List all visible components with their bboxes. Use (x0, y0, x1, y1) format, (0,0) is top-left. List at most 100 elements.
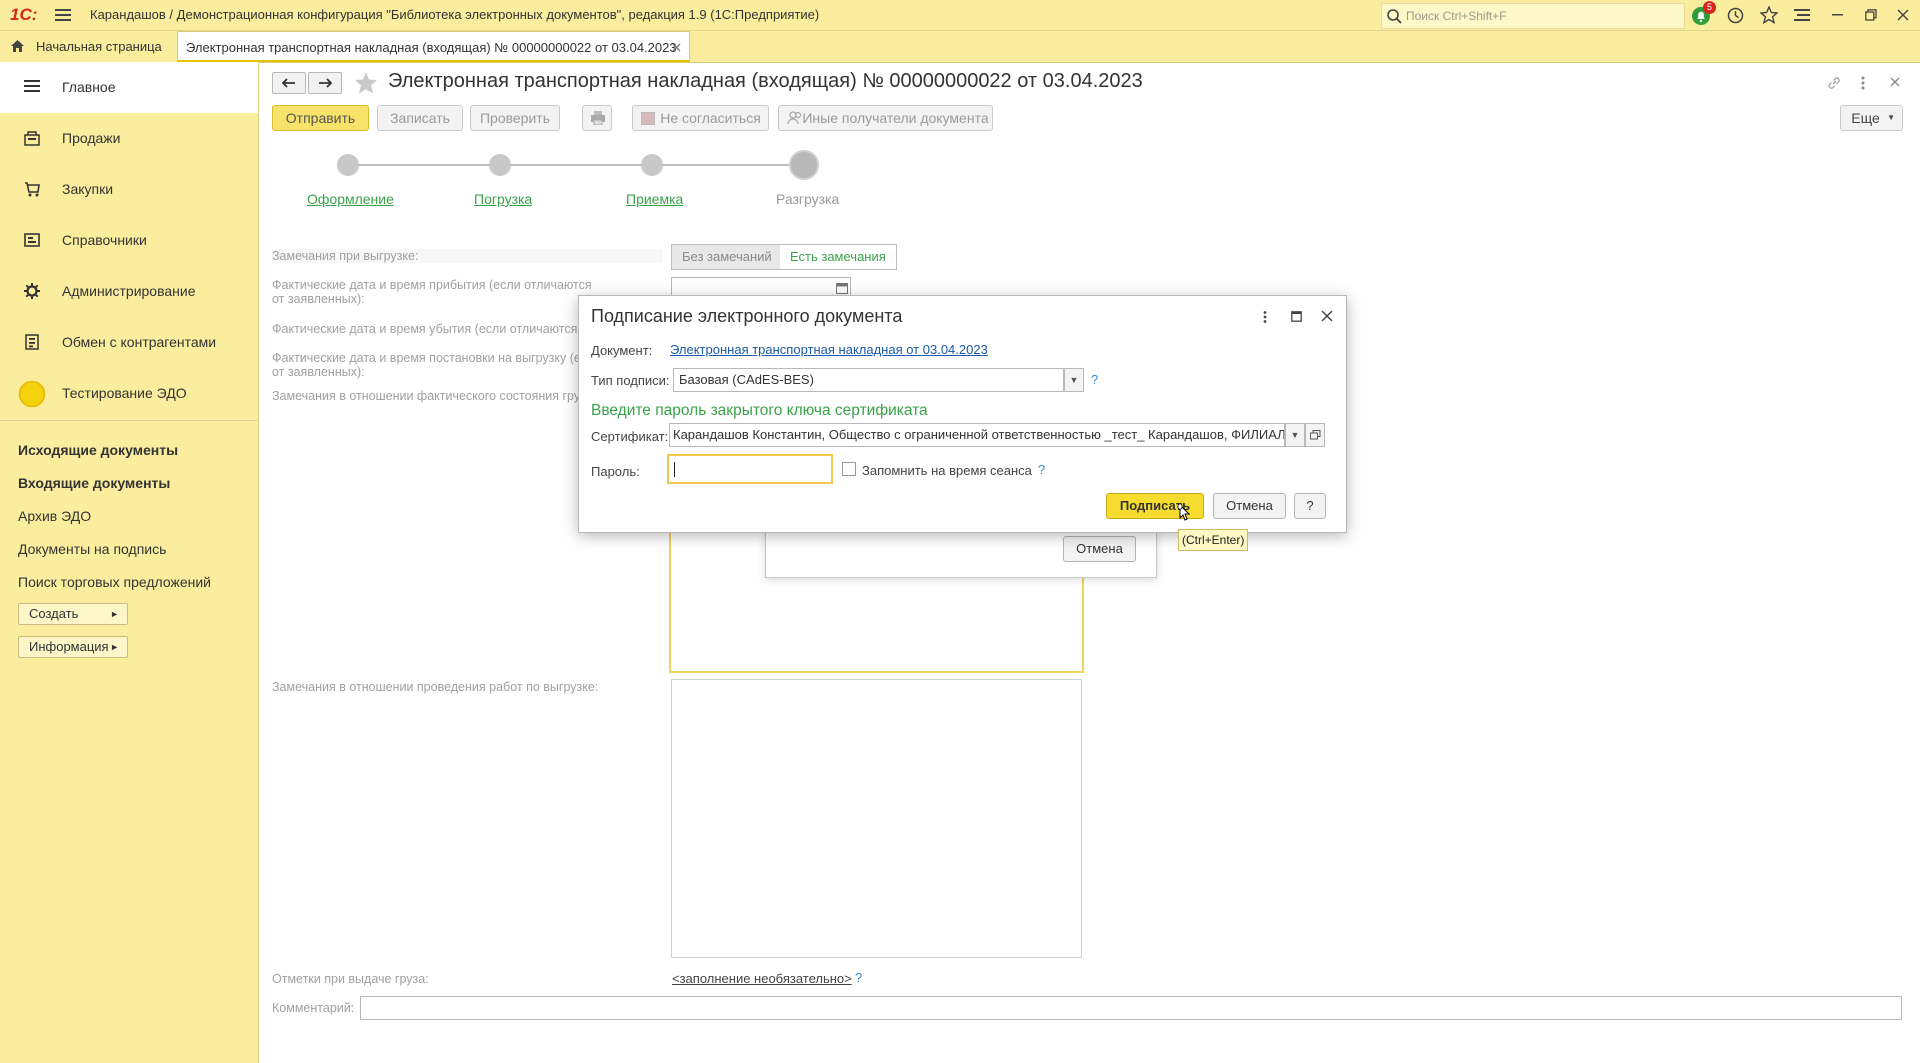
info-button-label: Информация (29, 639, 109, 654)
remember-help[interactable]: ? (1038, 462, 1045, 477)
step-dot (337, 154, 359, 176)
sidebar-section-sales[interactable]: Продажи (0, 113, 258, 164)
more-button[interactable]: Еще ▼ (1840, 105, 1903, 131)
sidebar-section-label: Тестирование ЭДО (62, 385, 187, 401)
maximize-icon[interactable] (1291, 311, 1302, 322)
chevron-down-icon: ▼ (1887, 113, 1895, 122)
back-button[interactable] (272, 72, 306, 94)
form-title: Электронная транспортная накладная (вход… (388, 70, 1143, 92)
check-button[interactable]: Проверить (470, 105, 560, 131)
step-loading[interactable]: Погрузка (474, 191, 532, 207)
tab-document-label: Электронная транспортная накладная (вход… (186, 40, 677, 55)
close-form-icon[interactable] (1890, 77, 1900, 87)
sig-type-help[interactable]: ? (1091, 372, 1098, 387)
sig-type-select[interactable]: Базовая (CAdES-BES) (673, 368, 1064, 392)
create-button-label: Создать (29, 606, 79, 621)
nav-documents-to-sign[interactable]: Документы на подпись (18, 541, 166, 557)
sidebar-section-label: Справочники (62, 232, 147, 248)
minimize-icon[interactable] (1832, 13, 1844, 17)
chevron-right-icon: ► (110, 642, 119, 652)
restore-icon[interactable] (1865, 9, 1877, 21)
nav-outgoing-documents[interactable]: Исходящие документы (18, 442, 178, 458)
main-menu-icon[interactable] (55, 8, 71, 22)
more-actions-icon[interactable] (1860, 75, 1866, 91)
notification-badge: 5 (1703, 1, 1716, 14)
create-button[interactable]: Создать ► (18, 603, 128, 625)
catalogs-icon (24, 232, 40, 248)
no-remarks-toggle[interactable]: Без замечаний (671, 244, 783, 270)
arrival-datetime-label: Фактические дата и время прибытия (если … (272, 278, 592, 306)
menu-icon (24, 79, 40, 93)
has-remarks-toggle[interactable]: Есть замечания (780, 244, 897, 270)
settings-menu-icon[interactable] (1794, 8, 1810, 22)
forward-button[interactable] (308, 72, 342, 94)
step-acceptance[interactable]: Приемка (626, 191, 683, 207)
tab-document[interactable]: Электронная транспортная накладная (вход… (177, 31, 690, 62)
tab-home[interactable]: Начальная страница (10, 31, 170, 62)
title-bar: 1С: Карандашов / Демонстрационная конфиг… (0, 0, 1920, 31)
save-button[interactable]: Записать (377, 105, 463, 131)
sidebar-section-exchange[interactable]: Обмен с контрагентами (0, 317, 258, 368)
unload-remarks-label: Замечания при выгрузке: (272, 249, 662, 263)
favorite-star-icon[interactable] (354, 71, 378, 95)
step-formalization[interactable]: Оформление (307, 191, 394, 207)
sales-icon (24, 130, 40, 146)
info-button[interactable]: Информация ► (18, 636, 128, 658)
close-window-icon[interactable] (1897, 9, 1909, 21)
home-icon (10, 39, 25, 53)
help-button[interactable]: ? (1294, 493, 1326, 519)
sidebar-section-main[interactable]: Главное (0, 62, 258, 113)
step-unloading: Разгрузка (776, 191, 840, 207)
search-icon (1386, 8, 1402, 24)
exchange-icon (24, 334, 40, 350)
search-field[interactable]: Поиск Ctrl+Shift+F (1381, 3, 1685, 29)
certificate-select[interactable]: Карандашов Константин, Общество с ограни… (669, 423, 1285, 447)
certificate-dropdown[interactable]: ▼ (1285, 423, 1305, 447)
sidebar-section-label: Закупки (62, 181, 114, 197)
sidebar-section-label: Продажи (62, 130, 121, 146)
document-label: Документ: (591, 343, 653, 358)
sidebar-section-catalogs[interactable]: Справочники (0, 215, 258, 266)
send-button[interactable]: Отправить (272, 105, 369, 131)
1c-logo[interactable]: 1С: (10, 0, 37, 30)
cargo-state-remarks-label: Замечания в отношении фактического состо… (272, 389, 586, 403)
sidebar-section-purchases[interactable]: Закупки (0, 164, 258, 215)
tab-home-label: Начальная страница (36, 39, 162, 54)
password-input[interactable] (667, 454, 833, 484)
history-icon[interactable] (1727, 7, 1744, 24)
print-button[interactable] (582, 105, 612, 131)
tabs-bar: Начальная страница Электронная транспорт… (0, 31, 1920, 63)
sidebar-section-edo-test[interactable]: Тестирование ЭДО (0, 368, 258, 419)
issue-marks-label: Отметки при выдаче груза: (272, 972, 429, 986)
work-remarks-field[interactable] (671, 679, 1082, 958)
issue-marks-help[interactable]: ? (855, 970, 862, 985)
cancel-button[interactable]: Отмена (1213, 493, 1286, 519)
comment-field[interactable] (360, 996, 1902, 1020)
nav-edo-archive[interactable]: Архив ЭДО (18, 508, 91, 524)
sidebar-section-admin[interactable]: Администрирование (0, 266, 258, 317)
step-dot (489, 154, 511, 176)
calendar-icon[interactable] (836, 282, 848, 294)
open-certificate-button[interactable] (1305, 423, 1325, 447)
favorites-icon[interactable] (1760, 6, 1778, 24)
step-dot (641, 154, 663, 176)
document-link[interactable]: Электронная транспортная накладная от 03… (670, 342, 988, 357)
background-cancel-button[interactable]: Отмена (1063, 536, 1136, 562)
nav-incoming-documents[interactable]: Входящие документы (18, 475, 170, 491)
optional-fill-link[interactable]: <заполнение необязательно> (672, 971, 852, 986)
disagree-button[interactable]: Не согласиться (632, 105, 769, 131)
other-recipients-button[interactable]: Иные получатели документа (778, 105, 993, 131)
chevron-down-icon: ▼ (1069, 375, 1079, 385)
step-dot-current (789, 150, 819, 180)
close-dialog-icon[interactable] (1321, 310, 1333, 322)
remember-label[interactable]: Запомнить на время сеанса (862, 463, 1032, 478)
dialog-more-icon[interactable] (1262, 310, 1268, 324)
nav-trade-offers-search[interactable]: Поиск торговых предложений (18, 574, 211, 590)
remember-checkbox[interactable] (842, 462, 856, 476)
password-prompt: Введите пароль закрытого ключа сертифика… (591, 402, 928, 419)
dialog-title: Подписание электронного документа (591, 306, 903, 326)
close-tab-icon[interactable] (672, 43, 681, 52)
sig-type-dropdown[interactable]: ▼ (1064, 368, 1084, 392)
disagree-icon (641, 112, 655, 125)
link-icon[interactable] (1826, 75, 1842, 91)
